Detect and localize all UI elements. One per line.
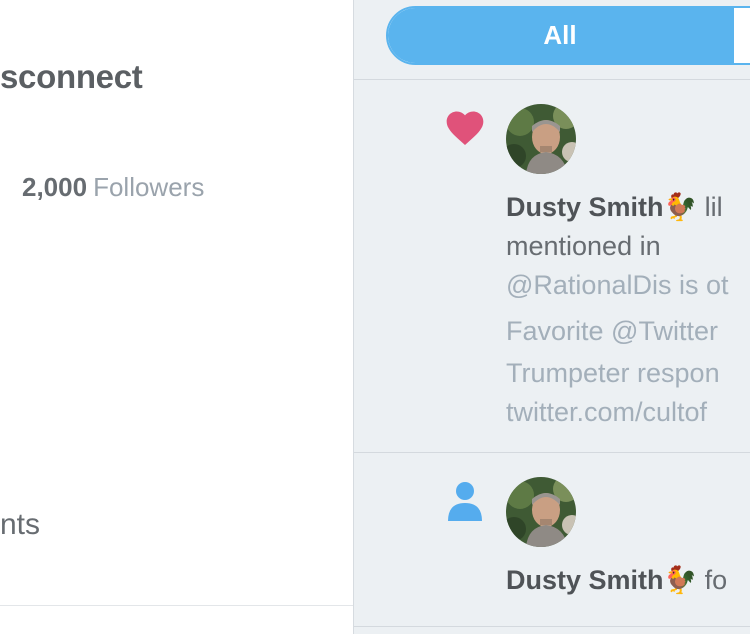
person-icon xyxy=(448,482,482,521)
filter-all-tab[interactable]: All xyxy=(388,8,732,63)
avatar[interactable] xyxy=(506,104,576,174)
user-emoji: 🐓 xyxy=(663,192,698,222)
notification-action-line: mentioned in xyxy=(506,231,661,261)
divider xyxy=(354,79,750,80)
tweet-link[interactable]: twitter.com/cultof xyxy=(506,392,707,433)
notifications-pane: All Dusty Smith🐓 lil mentioned in @Ratio… xyxy=(354,0,750,634)
followers-stat[interactable]: 2,000 Followers xyxy=(22,172,204,203)
followers-label: Followers xyxy=(93,172,205,202)
notification-text: Dusty Smith🐓 fo xyxy=(506,561,727,600)
divider xyxy=(0,605,353,606)
avatar[interactable] xyxy=(506,477,576,547)
tweet-text-line: Favorite @Twitter xyxy=(506,316,718,346)
filter-mentions-tab[interactable] xyxy=(732,8,750,63)
profile-pane: sconnect 2,000 Followers nts xyxy=(0,0,353,634)
user-name[interactable]: Dusty Smith xyxy=(506,192,664,222)
profile-menu-item[interactable]: nts xyxy=(0,508,40,542)
notification-text: Dusty Smith🐓 lil xyxy=(506,188,723,227)
tweet-text-line: @RationalDis is ot xyxy=(506,270,729,300)
divider xyxy=(354,626,750,627)
divider xyxy=(354,452,750,453)
notification-action: fo xyxy=(697,565,728,595)
profile-name: sconnect xyxy=(0,58,143,95)
user-name[interactable]: Dusty Smith xyxy=(506,565,664,595)
heart-icon xyxy=(446,111,484,146)
tweet-text-line: Trumpeter respon xyxy=(506,358,720,388)
notification-action: lil xyxy=(697,192,723,222)
user-emoji: 🐓 xyxy=(663,565,698,595)
followers-count: 2,000 xyxy=(22,172,88,202)
filter-segmented-control: All xyxy=(386,6,750,65)
